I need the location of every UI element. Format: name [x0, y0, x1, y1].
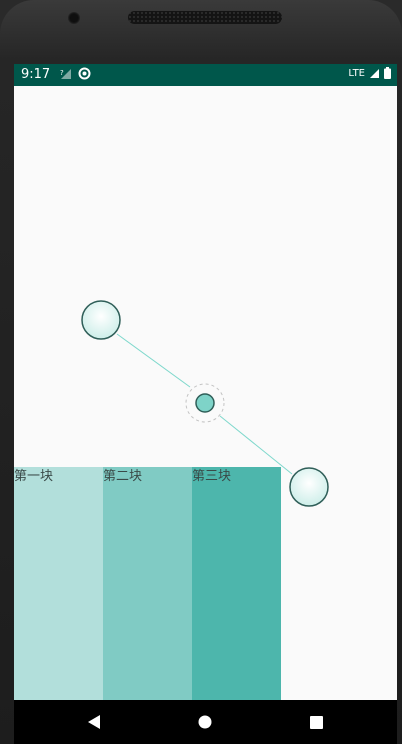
recents-icon — [309, 715, 323, 729]
block-label: 第一块 — [14, 469, 54, 484]
recents-button[interactable] — [286, 700, 346, 744]
status-left-icons: ? — [60, 67, 91, 80]
battery-icon — [384, 67, 391, 79]
signal-icon — [370, 68, 379, 78]
home-icon — [198, 715, 212, 729]
network-type-label: LTE — [348, 67, 365, 79]
navigation-bar — [14, 700, 397, 744]
drag-handle-end-icon[interactable] — [289, 467, 329, 507]
block-label: 第三块 — [192, 469, 232, 484]
front-camera-icon — [68, 12, 80, 24]
device-screen: 9:17 ? LTE 第一块 第二块 第三块 — [14, 64, 397, 744]
block-first: 第一块 — [14, 467, 103, 700]
center-control-icon[interactable] — [185, 383, 225, 423]
status-right-icons: LTE — [348, 67, 391, 79]
back-icon — [88, 715, 100, 729]
status-bar: 9:17 ? LTE — [14, 64, 397, 86]
drag-handle-start-icon[interactable] — [81, 300, 121, 340]
block-third: 第三块 — [192, 467, 281, 700]
block-label: 第二块 — [103, 469, 143, 484]
block-second: 第二块 — [103, 467, 192, 700]
color-blocks: 第一块 第二块 第三块 — [14, 467, 281, 700]
back-button[interactable] — [64, 700, 124, 744]
no-sim-signal-icon: ? — [60, 68, 71, 79]
svg-text:?: ? — [60, 69, 64, 77]
connector-line-upper — [116, 333, 191, 388]
connector-line-lower — [219, 415, 293, 475]
data-saver-icon — [78, 67, 91, 80]
status-time: 9:17 — [21, 67, 51, 82]
home-button[interactable] — [175, 700, 235, 744]
earpiece-speaker-icon — [128, 11, 282, 24]
